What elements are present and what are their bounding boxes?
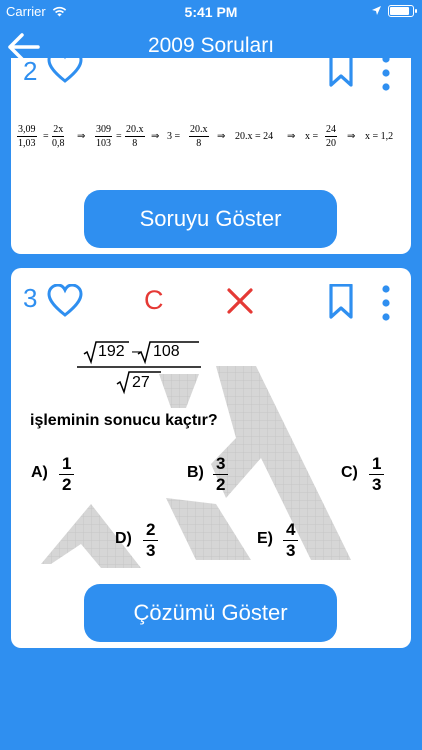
fraction: 20.x 8 xyxy=(189,124,209,150)
more-vertical-icon[interactable] xyxy=(381,284,391,324)
radicand-3: 27 xyxy=(132,374,150,391)
fraction: 309 103 xyxy=(95,124,112,150)
denominator: 3 xyxy=(372,475,382,494)
numerator: 4 xyxy=(283,520,299,541)
numerator: 24 xyxy=(325,124,337,137)
choice-label: D) xyxy=(115,530,132,547)
radicand-2: 108 xyxy=(153,343,180,360)
choice-label: B) xyxy=(187,464,204,481)
equals-sign: = xyxy=(116,131,122,142)
equals-sign: = xyxy=(43,131,49,142)
page-title: 2009 Soruları xyxy=(147,34,275,57)
formula-text: 3 = xyxy=(167,131,181,142)
show-solution-button[interactable]: Çözümü Göster xyxy=(84,584,337,642)
radicand-1: 192 xyxy=(98,343,125,360)
denominator: 2 xyxy=(62,475,72,494)
fraction: 2x 0,8 xyxy=(52,124,65,150)
implies-arrow: ⇒ xyxy=(287,131,296,142)
heart-icon[interactable] xyxy=(47,284,83,318)
bookmark-icon[interactable] xyxy=(328,58,354,88)
denominator: 8 xyxy=(196,138,202,149)
numerator: 2 xyxy=(143,520,159,541)
location-arrow-icon xyxy=(372,6,381,15)
choice-fraction: 32 xyxy=(213,454,229,495)
numerator: 309 xyxy=(95,124,112,137)
fraction: 24 20 xyxy=(325,124,337,150)
denominator: 103 xyxy=(96,138,111,149)
question-number: 3 xyxy=(23,283,38,313)
formula-text: x = 1,2 xyxy=(365,131,394,142)
numerator: 1 xyxy=(369,454,385,475)
question-card-3: 3 C 192 – 108 27 işleminin sonucu kaçtır… xyxy=(11,268,411,648)
heart-icon[interactable] xyxy=(47,58,83,84)
denominator: 0,8 xyxy=(52,138,65,149)
fraction: 3,09 1,03 xyxy=(17,124,37,150)
implies-arrow: ⇒ xyxy=(217,131,226,142)
choice-label: E) xyxy=(257,530,273,547)
minus-sign: – xyxy=(132,343,141,360)
choice-label: C) xyxy=(341,464,358,481)
denominator: 8 xyxy=(132,138,138,149)
denominator: 3 xyxy=(146,541,156,560)
formula-text: x = xyxy=(305,131,319,142)
implies-arrow: ⇒ xyxy=(151,131,160,142)
choice-label: A) xyxy=(31,464,48,481)
denominator: 20 xyxy=(326,138,336,149)
denominator: 1,03 xyxy=(18,138,36,149)
formula-text: 20.x = 24 xyxy=(235,131,274,142)
choice-fraction: 12 xyxy=(59,454,75,495)
battery-icon xyxy=(388,5,417,17)
choice-fraction: 23 xyxy=(143,520,159,561)
solution-formula: 3,09 1,03 = 2x 0,8 ⇒ 309 103 = 20.x 8 ⇒ 3 = … xyxy=(17,124,411,158)
question-text: işleminin sonucu kaçtır? xyxy=(30,412,218,429)
numerator: 2x xyxy=(52,124,65,137)
more-vertical-icon[interactable] xyxy=(381,58,391,94)
bookmark-icon[interactable] xyxy=(328,284,354,320)
question-number: 2 xyxy=(23,58,38,86)
status-bar: Carrier 5:41 PM xyxy=(0,0,422,22)
show-question-button[interactable]: Soruyu Göster xyxy=(84,190,337,248)
numerator: 3 xyxy=(213,454,229,475)
numerator: 20.x xyxy=(125,124,145,137)
denominator: 2 xyxy=(216,475,226,494)
fraction: 20.x 8 xyxy=(125,124,145,150)
question-card-2: 2 3,09 1,03 = 2x 0,8 ⇒ 309 103 = 20.x 8 ⇒ 3 … xyxy=(11,58,411,254)
status-time: 5:41 PM xyxy=(184,4,238,20)
wrong-answer-icon xyxy=(227,288,253,314)
choice-fraction: 13 xyxy=(369,454,385,495)
numerator: 1 xyxy=(59,454,75,475)
numerator: 20.x xyxy=(189,124,209,137)
question-expression: 192 – 108 27 xyxy=(77,340,201,398)
selected-answer-letter: C xyxy=(144,285,164,315)
implies-arrow: ⇒ xyxy=(77,131,86,142)
choice-fraction: 43 xyxy=(283,520,299,561)
implies-arrow: ⇒ xyxy=(347,131,356,142)
denominator: 3 xyxy=(286,541,296,560)
numerator: 3,09 xyxy=(17,124,37,137)
